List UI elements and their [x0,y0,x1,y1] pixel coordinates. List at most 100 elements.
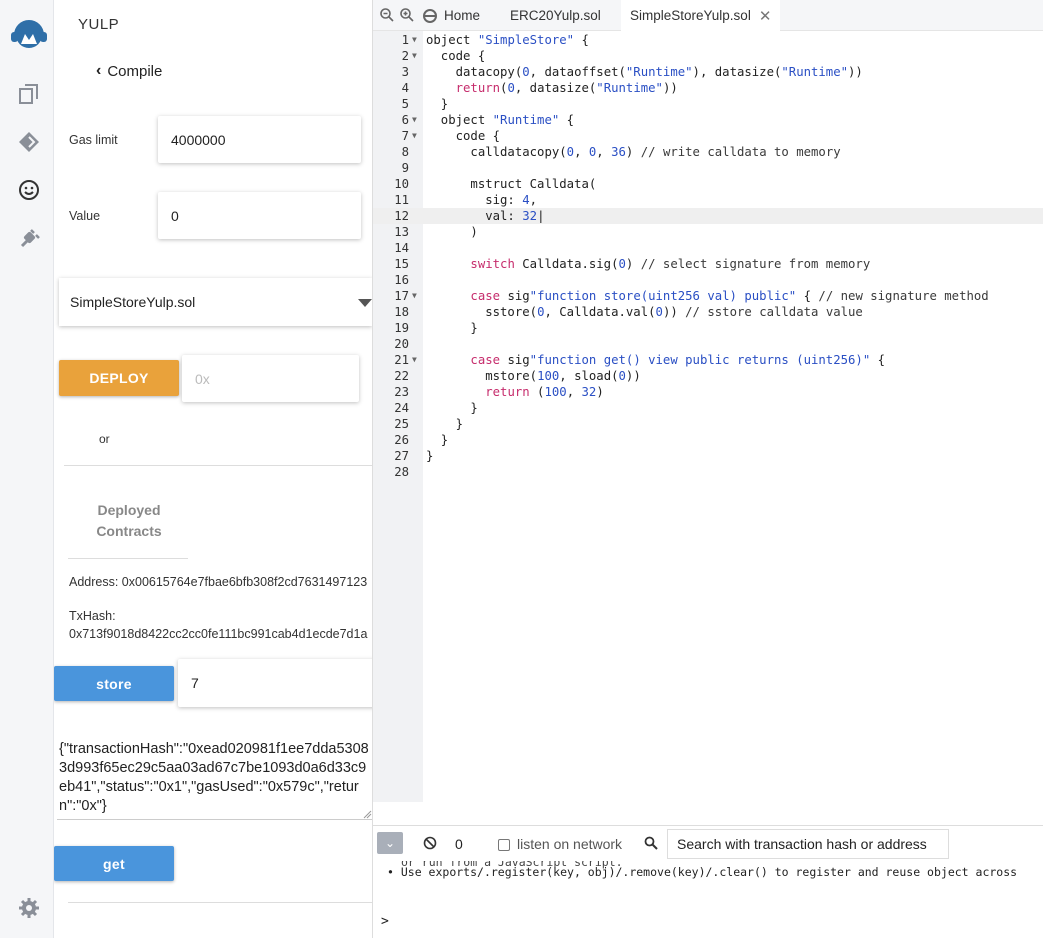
code-line[interactable]: 21 ▼ case sig"function get() view public … [373,352,1043,368]
tab-simplestoreyulp[interactable]: SimpleStoreYulp.sol ✕ [621,0,781,31]
code-text: val: 32| [426,209,545,223]
line-number: 12 [394,209,409,223]
gas-limit-label: Gas limit [69,133,118,147]
tab-home[interactable]: Home [413,0,489,31]
code-line[interactable]: 25 } [373,416,1043,432]
code-line[interactable]: 13 ) [373,224,1043,240]
line-number: 1 [401,33,409,47]
code-line[interactable]: 12 val: 32| [373,208,1043,224]
deploy-address-input[interactable]: 0x [182,355,359,402]
code-text: return (100, 32) [485,385,604,399]
code-line[interactable]: 5 } [373,96,1043,112]
fold-toggle-icon[interactable]: ▼ [412,352,417,368]
code-line[interactable]: 16 [373,272,1043,288]
terminal-line-text: Use exports/.register(key, obj)/.remove(… [400,865,1018,879]
line-number: 26 [394,433,409,447]
terminal-search-input[interactable]: Search with transaction hash or address [667,829,949,859]
or-label: or [99,432,110,446]
file-explorer-icon[interactable] [17,82,41,106]
code-text: } [426,417,464,431]
result-output[interactable]: {"transactionHash":"0xead020981f1ee7dda5… [57,740,372,820]
code-line[interactable]: 7 ▼ code { [373,128,1043,144]
code-line[interactable]: 1 ▼ object "SimpleStore" { [373,32,1043,48]
store-button[interactable]: store [54,666,174,701]
code-editor[interactable]: 1 ▼ object "SimpleStore" {2 ▼ code {3 datac… [373,31,1043,831]
dropdown-caret-icon [358,299,372,307]
code-line[interactable]: 17 ▼ case sig"function store(uint256 val)… [373,288,1043,304]
tab-label: ERC20Yulp.sol [510,8,601,23]
get-button[interactable]: get [54,846,174,881]
contract-select[interactable]: SimpleStoreYulp.sol [59,278,372,326]
code-text: object "SimpleStore" { [426,33,589,47]
collapse-terminal-icon[interactable]: ⌄ [377,832,403,854]
close-icon[interactable]: ✕ [759,7,772,25]
code-line[interactable]: 23 return (100, 32) [373,384,1043,400]
code-line[interactable]: 27} [373,448,1043,464]
line-number: 9 [401,161,409,175]
line-number: 23 [394,385,409,399]
code-text: code { [426,49,486,63]
contract-select-value: SimpleStoreYulp.sol [70,294,196,310]
code-text: mstruct Calldata( [426,177,597,191]
code-line[interactable]: 10 mstruct Calldata( [373,176,1043,192]
code-line[interactable]: 14 [373,240,1043,256]
code-line[interactable]: 20 [373,336,1043,352]
fold-toggle-icon[interactable]: ▼ [412,128,417,144]
code-line[interactable]: 22 mstore(100, sload(0)) [373,368,1043,384]
code-line[interactable]: 11 sig: 4, [373,192,1043,208]
txhash-value: 0x713f9018d8422cc2cc0fe111bc991cab4d1ecd… [69,627,368,641]
code-line[interactable]: 2 ▼ code { [373,48,1043,64]
plugin-icon[interactable] [17,226,41,250]
code-text: mstore(100, sload(0)) [426,369,641,383]
line-number: 7 [401,129,409,143]
store-value-input[interactable]: 7 [178,659,372,707]
deployed-address: Address: 0x00615764e7fbae6bfb308f2cd7631… [69,575,368,589]
deploy-button[interactable]: DEPLOY [59,360,179,396]
code-text: object "Runtime" { [426,113,575,127]
code-line[interactable]: 19 } [373,320,1043,336]
code-line[interactable]: 6 ▼ object "Runtime" { [373,112,1043,128]
terminal-line: • Use exports/.register(key, obj)/.remov… [387,865,1018,879]
code-line[interactable]: 24 } [373,400,1043,416]
line-number: 19 [394,321,409,335]
settings-icon[interactable] [17,896,41,920]
code-line[interactable]: 26 } [373,432,1043,448]
terminal-prompt[interactable]: > [381,914,389,929]
divider [68,558,188,559]
fold-toggle-icon[interactable]: ▼ [412,48,417,64]
search-icon [644,836,658,850]
fold-toggle-icon[interactable]: ▼ [412,112,417,128]
editor-tabs: Home ERC20Yulp.sol SimpleStoreYulp.sol ✕ [373,0,1043,31]
fold-toggle-icon[interactable]: ▼ [412,32,417,48]
listen-network-label: listen on network [517,836,623,852]
back-to-compile-link[interactable]: ‹ Compile [96,62,162,80]
code-line[interactable]: 9 [373,160,1043,176]
line-number: 13 [394,225,409,239]
smiley-icon[interactable] [17,178,41,202]
line-number: 3 [401,65,409,79]
listen-network-checkbox[interactable] [498,839,510,851]
code-line[interactable]: 3 datacopy(0, dataoffset("Runtime"), dat… [373,64,1043,80]
line-number: 17 [394,289,409,303]
code-line[interactable]: 28 [373,464,1043,480]
code-line[interactable]: 4 return(0, datasize("Runtime")) [373,80,1043,96]
code-text: case sig"function get() view public retu… [470,353,886,367]
remix-logo-icon[interactable] [8,14,50,56]
clear-console-icon[interactable] [423,836,437,850]
code-text: sig: 4, [426,193,538,207]
code-line[interactable]: 8 calldatacopy(0, 0, 36) // write callda… [373,144,1043,160]
deploy-icon[interactable] [17,130,41,154]
panel-title: YULP [78,16,120,33]
zoom-out-icon[interactable] [379,7,395,23]
yulp-plugin-panel: YULP ‹ Compile Gas limit 4000000 Value 0… [54,0,373,938]
line-number: 5 [401,97,409,111]
code-line[interactable]: 15 switch Calldata.sig(0) // select sign… [373,256,1043,272]
code-line[interactable]: 18 sstore(0, Calldata.val(0)) // sstore … [373,304,1043,320]
resize-handle-icon[interactable] [363,810,372,819]
fold-toggle-icon[interactable]: ▼ [412,288,417,304]
tab-erc20yulp[interactable]: ERC20Yulp.sol [501,0,610,31]
gas-limit-input[interactable]: 4000000 [158,116,361,163]
line-number: 18 [394,305,409,319]
line-number: 2 [401,49,409,63]
value-input[interactable]: 0 [158,192,361,239]
